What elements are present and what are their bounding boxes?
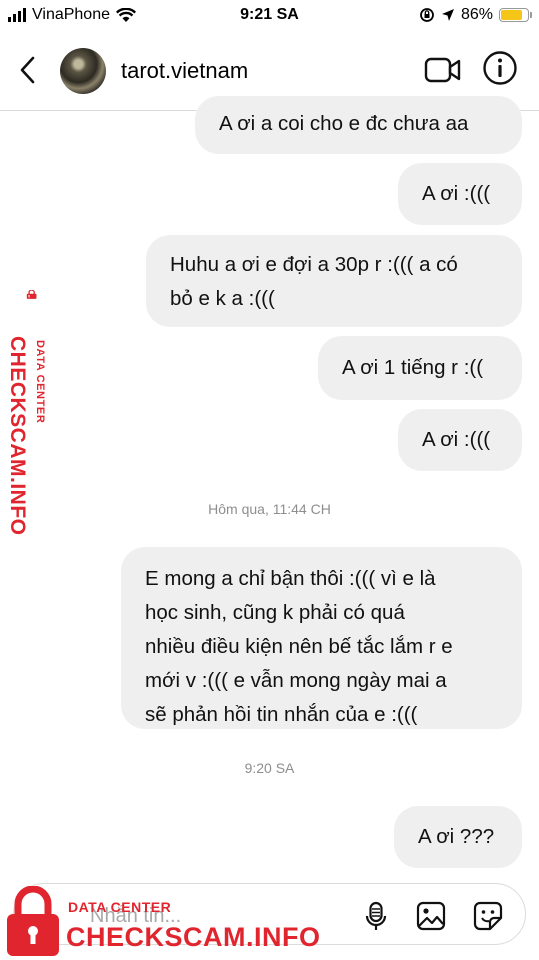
location-arrow-icon	[441, 9, 454, 21]
message-text: A ơi 1 tiếng r :((	[342, 356, 484, 379]
timestamp: Hôm qua, 11:44 CH	[208, 501, 331, 517]
watermark-bottom-small: DATA CENTER	[68, 899, 172, 915]
watermark-side-text: CHECKSCAM.INFO	[6, 336, 29, 536]
message-bubble[interactable]: A ơi :(((	[398, 409, 522, 471]
message-text-line: nhiều điều kiện nên bế tắc lắm r e	[145, 635, 453, 658]
message-text-line: sẽ phản hồi tin nhắn của e :(((	[145, 703, 418, 726]
message-text-line: học sinh, cũng k phải có quá	[145, 601, 405, 624]
message-text: A ơi :(((	[422, 182, 491, 205]
message-bubble[interactable]: A ơi :(((	[398, 163, 522, 225]
message-text: A ơi a coi cho e đc chưa aa	[219, 112, 469, 135]
microphone-icon[interactable]	[360, 900, 392, 932]
message-text: A ơi :(((	[422, 428, 491, 451]
message-bubble[interactable]: A ơi ???	[394, 806, 522, 868]
message-bubble[interactable]: A ơi a coi cho e đc chưa aa	[195, 96, 522, 154]
gallery-icon[interactable]	[415, 900, 447, 932]
watermark-bottom-lock-icon	[7, 886, 59, 956]
rotation-lock-icon	[420, 8, 434, 22]
watermark-bottom-big: CHECKSCAM.INFO	[66, 922, 321, 952]
message-text-line: mới v :((( e vẫn mong ngày mai a	[145, 669, 447, 692]
status-bar: VinaPhone 9:21 SA 86%	[0, 0, 539, 32]
chat-username[interactable]: tarot.vietnam	[121, 58, 248, 84]
battery-icon	[499, 8, 532, 22]
video-camera-icon[interactable]	[424, 54, 462, 86]
watermark-side-small: DATA CENTER	[34, 340, 46, 424]
message-text-line: E mong a chỉ bận thôi :((( vì e là	[145, 567, 436, 590]
avatar[interactable]	[60, 48, 106, 94]
message-text-line: Huhu a ơi e đợi a 30p r :((( a có	[170, 253, 458, 276]
message-text: A ơi ???	[418, 825, 495, 848]
message-bubble[interactable]: E mong a chỉ bận thôi :((( vì e là học s…	[121, 547, 522, 729]
sticker-icon[interactable]	[472, 900, 504, 932]
status-right: 86%	[419, 6, 532, 24]
timestamp: 9:20 SA	[244, 760, 295, 776]
back-chevron-icon[interactable]	[14, 50, 44, 90]
message-text-line: bỏ e k a :(((	[170, 287, 275, 310]
watermark-lock-icon	[26, 290, 37, 299]
message-bubble[interactable]: Huhu a ơi e đợi a 30p r :((( a có bỏ e k…	[146, 235, 522, 327]
battery-percent: 86%	[460, 6, 493, 23]
message-bubble[interactable]: A ơi 1 tiếng r :((	[318, 336, 522, 400]
info-icon[interactable]	[482, 50, 518, 86]
